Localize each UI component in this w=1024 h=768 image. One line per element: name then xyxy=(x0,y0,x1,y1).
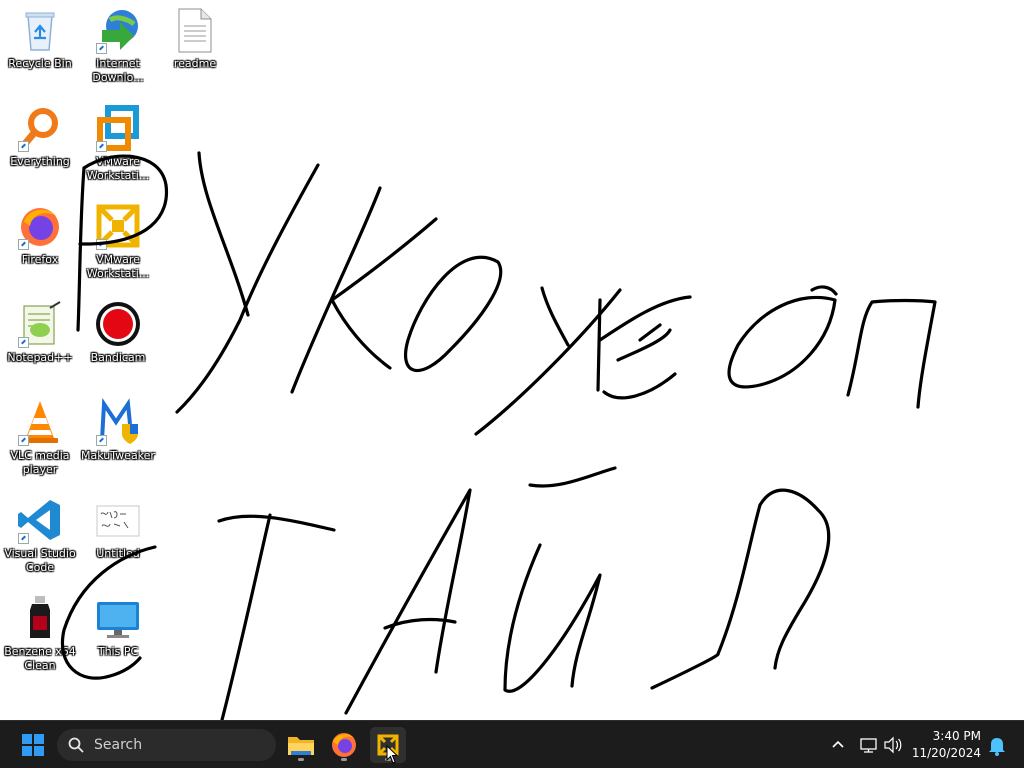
this-pc-label: This PC xyxy=(97,645,139,658)
windows-logo-icon xyxy=(22,734,44,756)
shortcut-arrow-icon xyxy=(96,141,107,152)
shortcut-arrow-icon xyxy=(96,239,107,250)
start-button[interactable] xyxy=(15,727,51,763)
search-label: Search xyxy=(94,737,143,753)
running-indicator xyxy=(341,758,347,761)
bandicam-icon xyxy=(94,300,142,348)
desktop-icon-vmware-workstation-1[interactable]: VMware Workstati... xyxy=(78,104,158,183)
shortcut-arrow-icon xyxy=(18,239,29,250)
taskbar-file-explorer[interactable] xyxy=(283,727,319,763)
shortcut-arrow-icon xyxy=(18,141,29,152)
desktop-icon-untitled[interactable]: Untitled xyxy=(78,496,158,561)
shortcut-arrow-icon xyxy=(18,337,29,348)
network-status-button[interactable] xyxy=(858,727,880,763)
desktop-icon-bandicam[interactable]: Bandicam xyxy=(78,300,158,365)
volume-button[interactable] xyxy=(882,727,904,763)
desktop: Recycle Bin Everything Firefox Notepad++… xyxy=(0,0,1024,720)
firefox-icon xyxy=(16,202,64,250)
show-hidden-icons-button[interactable] xyxy=(824,727,852,763)
benzene-label: Benzene x64 Clean xyxy=(4,645,76,672)
internet-download-manager-icon xyxy=(94,6,142,54)
taskbar: Search 3:40 PM 11/20/2024 xyxy=(0,720,1024,768)
desktop-icon-firefox[interactable]: Firefox xyxy=(0,202,80,267)
vmware-workstation-label-1: VMware Workstati... xyxy=(86,155,150,182)
desktop-icon-recycle-bin[interactable]: Recycle Bin xyxy=(0,6,80,71)
notepadpp-label: Notepad++ xyxy=(7,351,73,364)
vscode-icon xyxy=(16,496,64,544)
desktop-icon-vlc[interactable]: VLC media player xyxy=(0,398,80,477)
desktop-icon-this-pc[interactable]: This PC xyxy=(78,594,158,659)
clock-time[interactable]: 3:40 PM xyxy=(933,729,981,743)
vlc-label: VLC media player xyxy=(10,449,70,476)
desktop-icon-notepadpp[interactable]: Notepad++ xyxy=(0,300,80,365)
taskbar-vmware[interactable] xyxy=(370,727,406,764)
bell-icon xyxy=(989,738,1005,756)
taskbar-firefox[interactable] xyxy=(326,727,362,763)
image-thumbnail-icon xyxy=(94,496,142,544)
recycle-bin-icon xyxy=(16,6,64,54)
benzene-bottle-icon xyxy=(16,594,64,642)
vlc-cone-icon xyxy=(16,398,64,446)
everything-icon xyxy=(16,104,64,152)
makutweaker-icon xyxy=(94,397,142,446)
running-indicator xyxy=(298,758,304,761)
mouse-cursor-icon xyxy=(386,745,399,764)
search-box[interactable]: Search xyxy=(57,729,276,761)
untitled-label: Untitled xyxy=(96,547,140,560)
readme-label: readme xyxy=(173,57,217,70)
vmware-player-icon xyxy=(94,202,142,250)
shortcut-arrow-icon xyxy=(18,435,29,446)
shortcut-arrow-icon xyxy=(96,435,107,446)
speaker-icon xyxy=(884,736,902,754)
desktop-icon-everything[interactable]: Everything xyxy=(0,104,80,169)
vscode-label: Visual Studio Code xyxy=(4,547,76,574)
text-file-icon xyxy=(171,6,219,54)
recycle-bin-label: Recycle Bin xyxy=(8,57,72,70)
firefox-label: Firefox xyxy=(21,253,59,266)
vmware-workstation-label-2: VMware Workstati... xyxy=(86,253,150,280)
notepadpp-icon xyxy=(16,300,64,348)
shortcut-arrow-icon xyxy=(96,43,107,54)
everything-label: Everything xyxy=(10,155,70,168)
desktop-icon-benzene[interactable]: Benzene x64 Clean xyxy=(0,594,80,673)
desktop-icon-makutweaker[interactable]: MakuTweaker xyxy=(78,397,158,463)
shortcut-arrow-icon xyxy=(18,533,29,544)
monitor-icon xyxy=(94,594,142,642)
desktop-icon-vmware-workstation-2[interactable]: VMware Workstati... xyxy=(78,202,158,281)
desktop-icon-vscode[interactable]: Visual Studio Code xyxy=(0,496,80,575)
notification-center-button[interactable] xyxy=(984,727,1010,763)
clock-date[interactable]: 11/20/2024 xyxy=(912,746,981,760)
network-icon xyxy=(860,738,877,753)
desktop-icon-internet-download-manager[interactable]: Internet Downlo... xyxy=(78,6,158,85)
desktop-icon-readme[interactable]: readme xyxy=(155,6,235,71)
vmware-workstation-icon xyxy=(94,104,142,152)
makutweaker-label: MakuTweaker xyxy=(81,449,155,462)
search-icon xyxy=(68,737,84,753)
chevron-up-icon xyxy=(832,740,844,748)
internet-download-manager-label: Internet Downlo... xyxy=(92,57,144,84)
bandicam-label: Bandicam xyxy=(90,351,146,364)
